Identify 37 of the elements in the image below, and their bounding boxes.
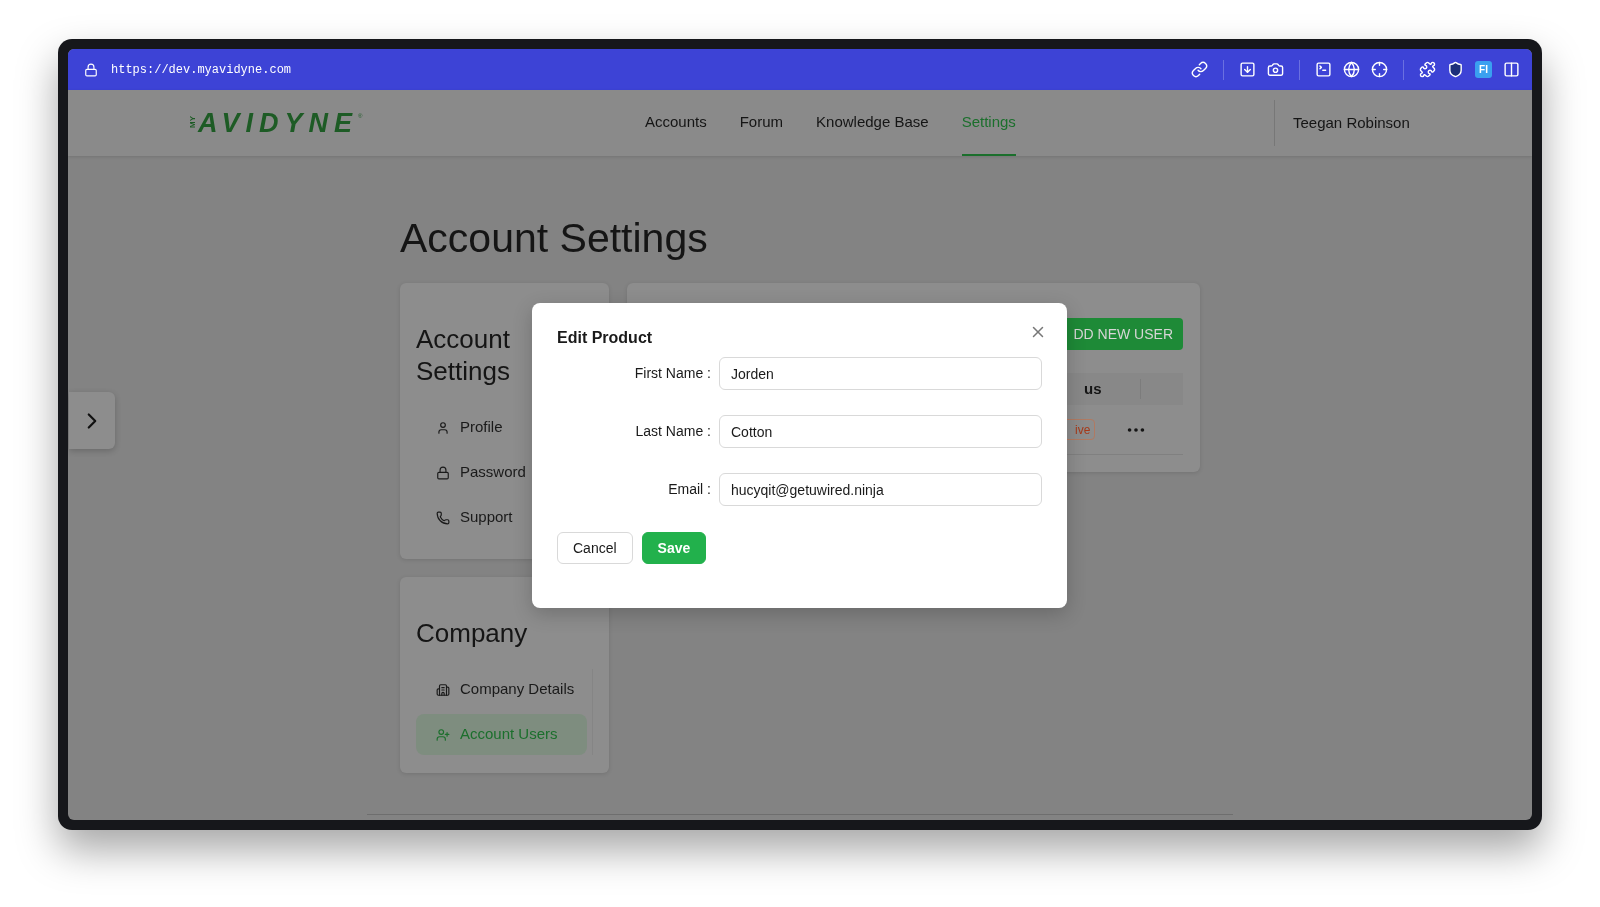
puzzle-icon[interactable] [1419, 61, 1436, 78]
lock-icon [436, 465, 450, 480]
extension-badge[interactable]: FI [1475, 61, 1492, 78]
phone-icon [436, 510, 450, 525]
cancel-button[interactable]: Cancel [557, 532, 633, 564]
text-field[interactable]: hucyqit@getuwired.ninja [719, 473, 1042, 506]
url-text[interactable]: https://dev.myavidyne.com [111, 60, 292, 79]
field-label: First Name : [633, 364, 711, 383]
nav-link[interactable]: Knowledge Base [816, 90, 929, 156]
user-icon [436, 420, 450, 435]
link-icon[interactable] [1191, 61, 1208, 78]
text-field[interactable]: Jorden [719, 357, 1042, 390]
user-name[interactable]: Teegan Robinson [1293, 111, 1410, 135]
camera-icon[interactable] [1267, 61, 1284, 78]
text-field[interactable]: Cotton [719, 415, 1042, 448]
nav-link[interactable]: Accounts [645, 90, 707, 156]
sidebar-item[interactable]: Profile [416, 407, 587, 448]
crosshair-icon[interactable] [1371, 61, 1388, 78]
field-label: Email : [667, 480, 711, 499]
sidebar-heading: Company [416, 617, 529, 649]
sidebar-toggle-icon[interactable] [1503, 61, 1520, 78]
shield-icon[interactable] [1447, 61, 1464, 78]
save-button[interactable]: Save [641, 532, 707, 564]
sidebar-item[interactable]: Company Details [416, 669, 587, 710]
sidebar-item[interactable]: Password [416, 452, 587, 493]
dialog-title: Edit Product [557, 328, 653, 348]
building-icon [436, 682, 450, 697]
column-header: us [1084, 378, 1102, 399]
nav-link[interactable]: Forum [739, 90, 784, 156]
globe-icon[interactable] [1343, 61, 1360, 78]
download-icon[interactable] [1239, 61, 1256, 78]
field-label: Last Name : [634, 422, 711, 441]
terminal-icon[interactable] [1315, 61, 1332, 78]
page-title: Account Settings [400, 214, 709, 262]
user-plus-icon [436, 727, 450, 742]
lock-icon [84, 62, 98, 77]
sidebar-heading: Account Settings [416, 323, 511, 387]
